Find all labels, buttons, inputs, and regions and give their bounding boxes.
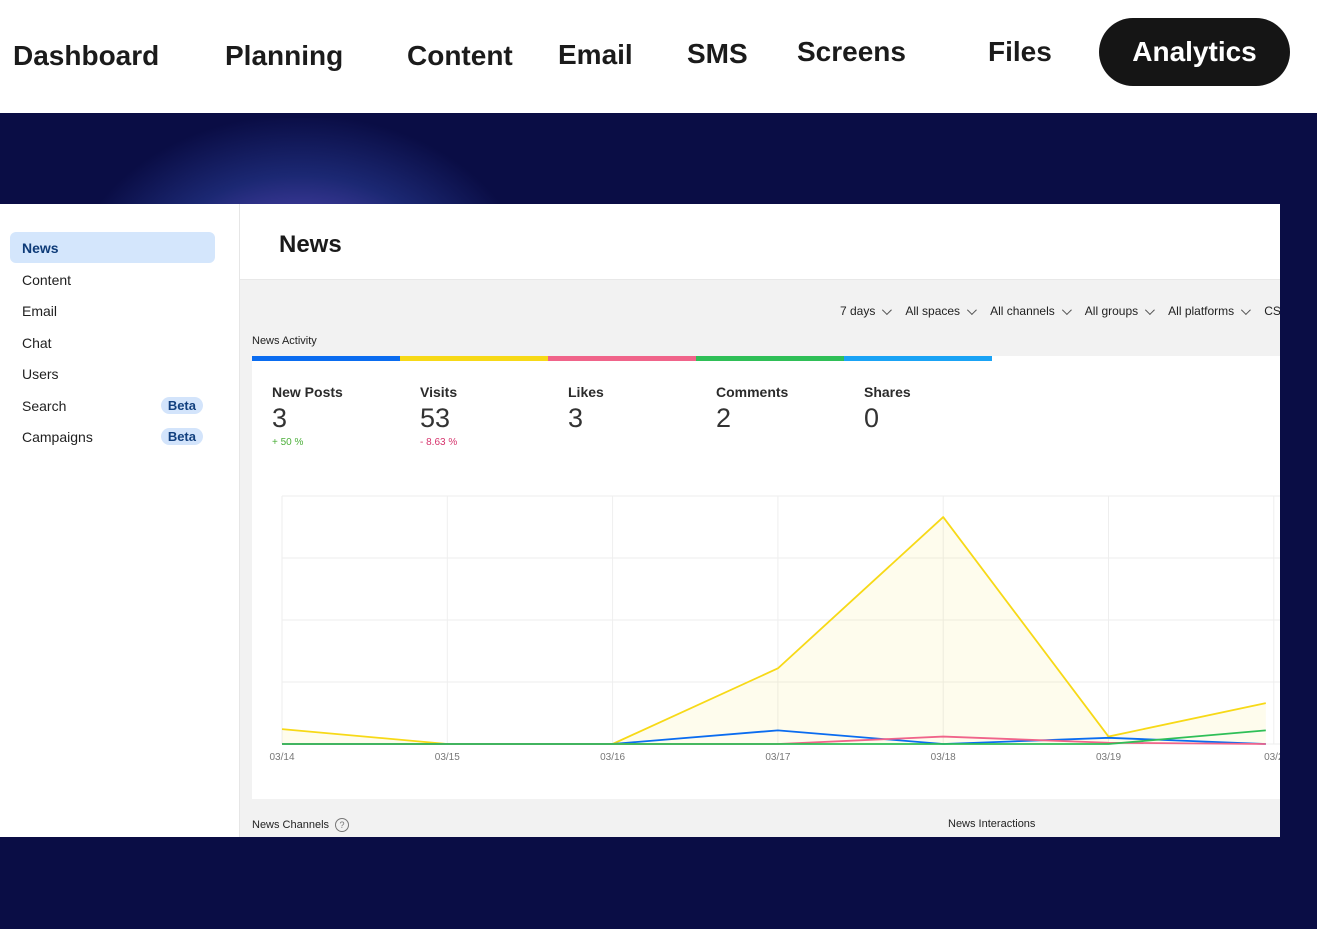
page-header: News [240,204,1280,280]
tab-dashboard[interactable]: Dashboard [13,42,159,70]
visits-color-bar [400,356,548,361]
likes-color-bar [548,356,696,361]
tab-screens[interactable]: Screens [797,38,906,66]
chevron-down-icon [882,304,893,315]
chevron-down-icon [1145,304,1156,315]
sidebar: News Content Email Chat Users Search Bet… [0,204,240,837]
stat-label: Comments [716,384,789,400]
csv-export-button[interactable]: CSV e [1264,304,1280,318]
sidebar-item-label: Email [22,302,58,319]
range-dropdown-label: 7 days [840,304,876,318]
sidebar-item-campaigns[interactable]: Campaigns Beta [10,421,215,452]
channels-dropdown-label: All channels [990,304,1055,318]
activity-card: New Posts 3 + 50 % Visits 53 - 8.63 % Li… [252,356,1280,799]
sidebar-item-search[interactable]: Search Beta [10,390,215,421]
posts-color-bar [252,356,400,361]
stat-value: 2 [716,403,732,433]
spaces-dropdown-label: All spaces [905,304,961,318]
top-nav: Dashboard Planning Content Email SMS Scr… [0,0,1317,113]
spaces-dropdown[interactable]: All spaces [905,304,977,318]
news-interactions-label: News Interactions [948,818,1036,830]
tab-planning[interactable]: Planning [225,42,343,70]
x-tick-label: 03/17 [765,752,790,763]
sidebar-item-label: News [22,239,59,256]
activity-line-chart: 03/14 03/15 03/16 03/17 03/18 03/19 03/2 [269,495,1280,763]
tab-content[interactable]: Content [407,42,513,70]
filter-bar: 7 days All spaces All channels All group… [840,304,1280,318]
x-tick-label: 03/19 [1096,752,1121,763]
stat-label: Likes [568,384,604,400]
sidebar-item-email[interactable]: Email [10,295,215,326]
stat-value: 3 [568,403,584,433]
sidebar-item-label: Search [22,397,67,414]
x-tick-label: 03/18 [931,752,956,763]
x-tick-label: 03/15 [435,752,460,763]
x-tick-label: 03/16 [600,752,625,763]
stat-delta: + 50 % [272,437,304,448]
stat-value: 3 [272,403,288,433]
help-icon[interactable]: ? [335,818,350,832]
chevron-down-icon [967,304,977,315]
main-area: News 7 days All spaces All channels All … [240,204,1280,837]
sidebar-item-label: Content [22,271,72,288]
news-channels-text: News Channels [252,818,330,831]
platforms-dropdown[interactable]: All platforms [1168,304,1252,318]
x-tick-label: 03/14 [269,752,294,763]
news-channels-label: News Channels? [252,818,350,832]
stat-value: 53 [420,403,451,433]
sidebar-item-news[interactable]: News [10,232,215,263]
sidebar-item-label: Campaigns [22,428,93,445]
tab-email[interactable]: Email [558,41,633,69]
stat-new-posts[interactable]: New Posts 3 + 50 % [272,384,343,448]
beta-badge: Beta [160,428,203,445]
platforms-dropdown-label: All platforms [1168,304,1235,318]
chevron-down-icon [1061,304,1072,315]
stat-visits[interactable]: Visits 53 - 8.63 % [420,384,457,448]
series-area-visits [282,517,1266,744]
shares-color-bar [844,356,992,361]
stat-value: 0 [864,403,880,433]
chevron-down-icon [1241,304,1252,315]
sidebar-item-chat[interactable]: Chat [10,327,215,358]
app-screenshot: News Content Email Chat Users Search Bet… [0,204,1280,837]
csv-export-label: CSV e [1264,304,1280,318]
stat-label: Shares [864,384,911,400]
beta-badge: Beta [160,397,203,414]
stat-likes[interactable]: Likes 3 [568,384,604,434]
tab-analytics[interactable]: Analytics [1099,18,1290,86]
sidebar-item-content[interactable]: Content [10,264,215,295]
page-title: News [279,231,342,258]
sidebar-item-label: Chat [22,334,52,351]
groups-dropdown-label: All groups [1084,304,1139,318]
range-dropdown[interactable]: 7 days [840,304,893,318]
sidebar-item-users[interactable]: Users [10,358,215,389]
stat-label: Visits [420,384,458,400]
news-activity-label: News Activity [252,335,317,347]
stat-comments[interactable]: Comments 2 [716,384,788,434]
tab-sms[interactable]: SMS [687,40,748,68]
groups-dropdown[interactable]: All groups [1084,304,1156,318]
channels-dropdown[interactable]: All channels [990,304,1072,318]
sidebar-item-label: Users [22,365,59,382]
comments-color-bar [696,356,844,361]
stat-delta: - 8.63 % [420,437,458,448]
x-tick-label: 03/2 [1264,752,1280,763]
tab-files[interactable]: Files [988,38,1052,66]
stat-label: New Posts [272,384,343,400]
stat-shares[interactable]: Shares 0 [864,384,911,434]
